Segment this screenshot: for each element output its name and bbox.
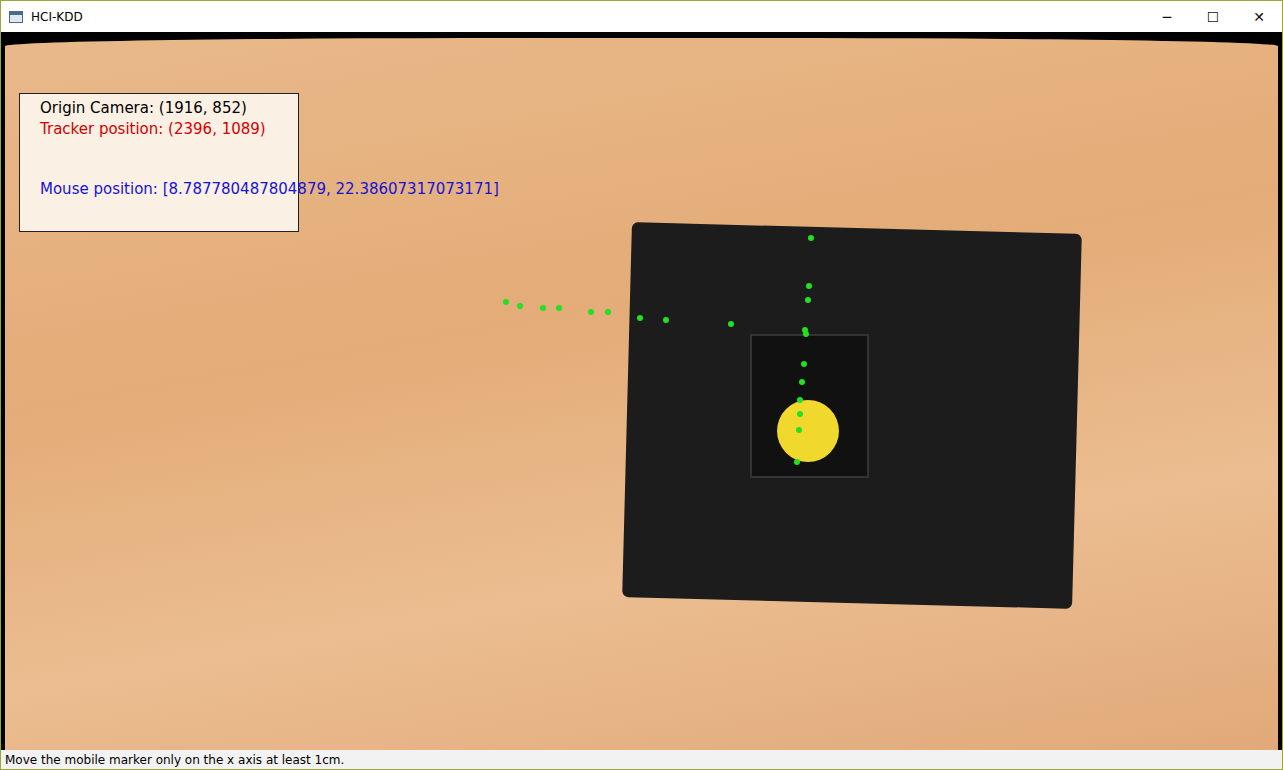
tracker-dot [588, 309, 594, 315]
tracker-dot [803, 331, 809, 337]
tracker-dot [799, 379, 805, 385]
tracker-dot [556, 305, 562, 311]
tracker-dot [796, 427, 802, 433]
tracker-dot [663, 317, 669, 323]
tracker-dot [540, 305, 546, 311]
sensor-lens [777, 400, 839, 462]
tracker-dot [637, 315, 643, 321]
tracker-dot [806, 283, 812, 289]
info-panel: Origin Camera: (1916, 852)Tracker positi… [19, 93, 299, 232]
info-line: Mouse position: [8.787780487804879, 22.3… [40, 179, 298, 200]
maximize-button[interactable]: ☐ [1190, 1, 1236, 32]
status-bar: Move the mobile marker only on the x axi… [1, 750, 1282, 769]
tracker-dot [808, 235, 814, 241]
close-button[interactable]: ✕ [1236, 1, 1282, 32]
app-icon [9, 11, 23, 23]
window-title: HCI-KDD [31, 10, 1144, 24]
tracker-dot [797, 397, 803, 403]
minimize-button[interactable]: ─ [1144, 1, 1190, 32]
info-line: Tracker position: (2396, 1089) [40, 119, 298, 140]
camera-view: Origin Camera: (1916, 852)Tracker positi… [1, 32, 1282, 750]
tracker-dot [801, 361, 807, 367]
tracker-dot [605, 309, 611, 315]
tracker-dot [797, 411, 803, 417]
tracker-dot [805, 297, 811, 303]
tracker-dot [794, 459, 800, 465]
title-bar: HCI-KDD─☐✕ [1, 1, 1282, 32]
tracker-dot [517, 303, 523, 309]
tracker-dot [503, 299, 509, 305]
tracker-dot [728, 321, 734, 327]
info-line: Origin Camera: (1916, 852) [40, 98, 298, 119]
